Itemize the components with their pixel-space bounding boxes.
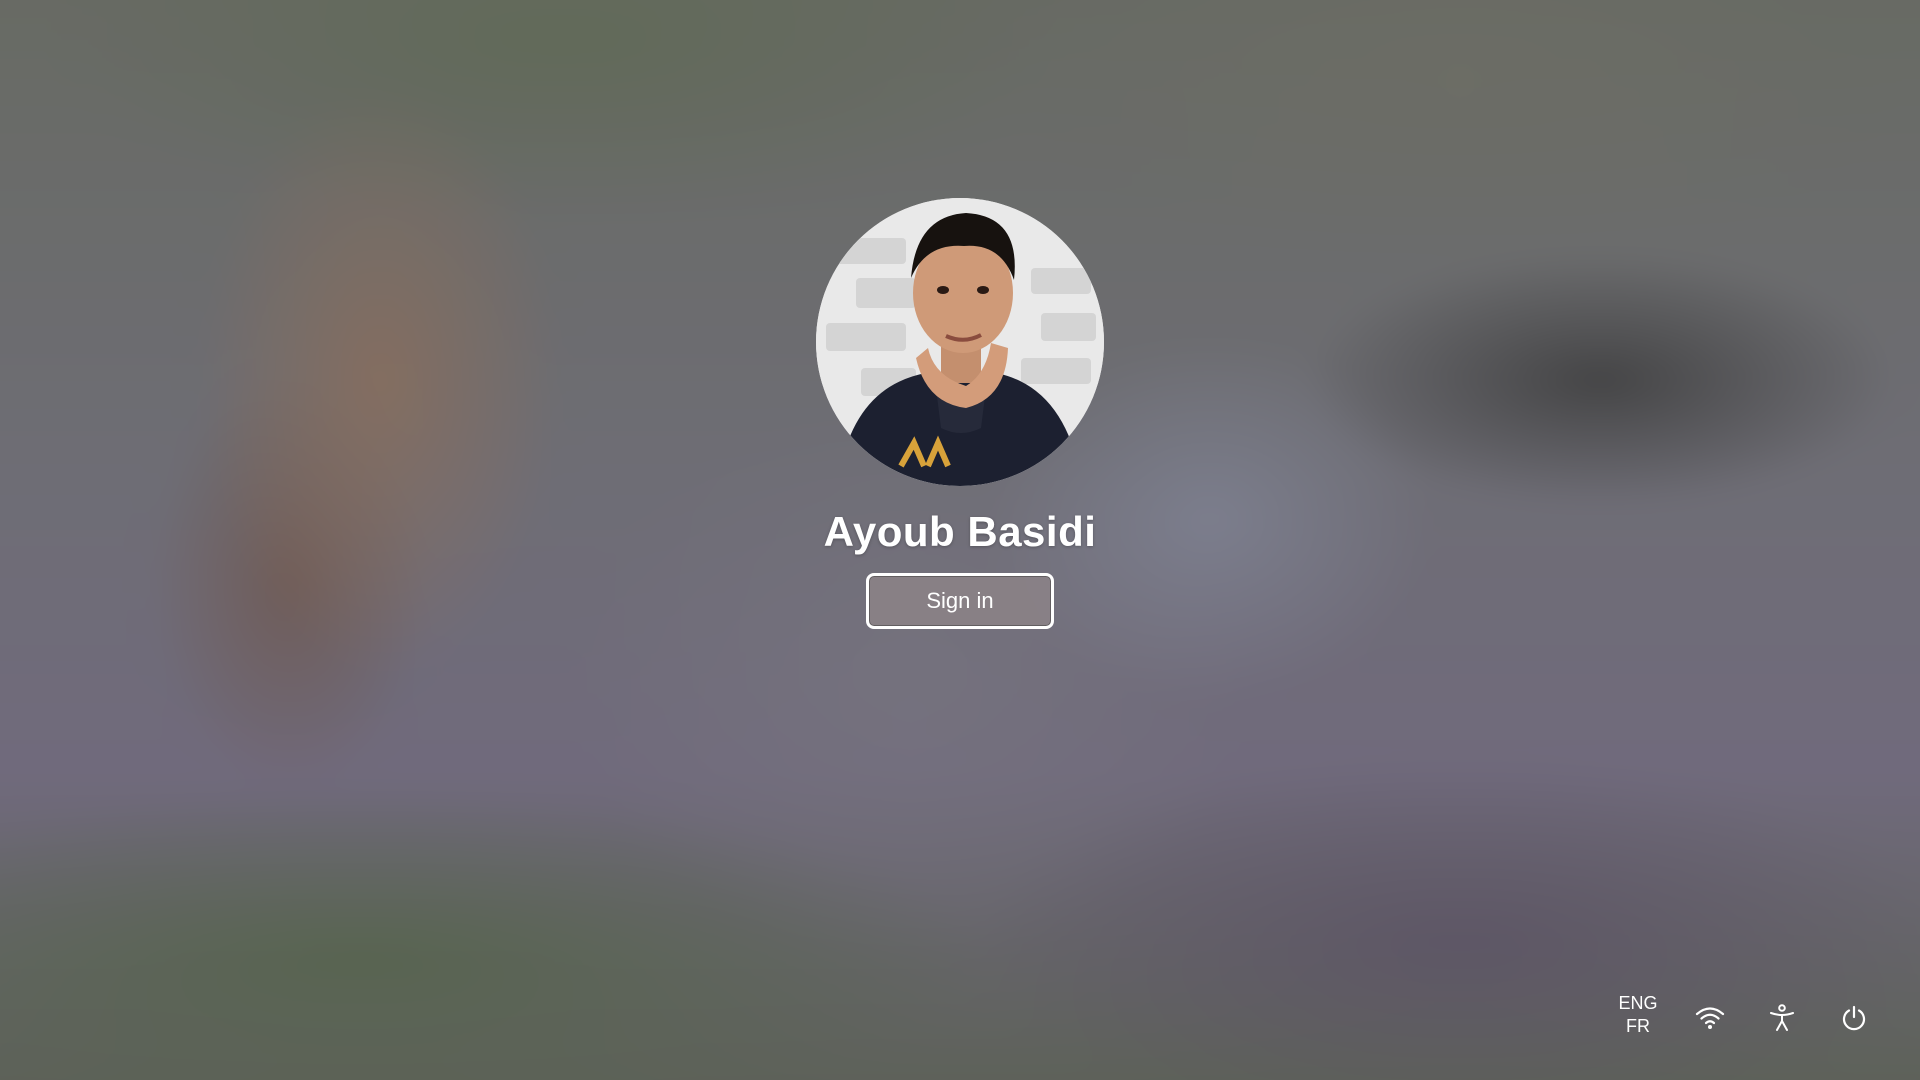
accessibility-icon[interactable]	[1764, 1000, 1800, 1036]
sign-in-panel: Ayoub Basidi Sign in	[0, 0, 1920, 1080]
language-primary: ENG	[1618, 993, 1658, 1013]
power-icon[interactable]	[1836, 1000, 1872, 1036]
language-secondary: FR	[1626, 1016, 1650, 1036]
user-name: Ayoub Basidi	[823, 508, 1097, 555]
wifi-icon[interactable]	[1692, 1000, 1728, 1036]
lock-screen: Ayoub Basidi Sign in ENG FR	[0, 0, 1920, 1080]
input-language-indicator[interactable]: ENG FR	[1610, 992, 1666, 1038]
sign-in-button[interactable]: Sign in	[866, 573, 1054, 629]
user-avatar	[816, 198, 1104, 486]
